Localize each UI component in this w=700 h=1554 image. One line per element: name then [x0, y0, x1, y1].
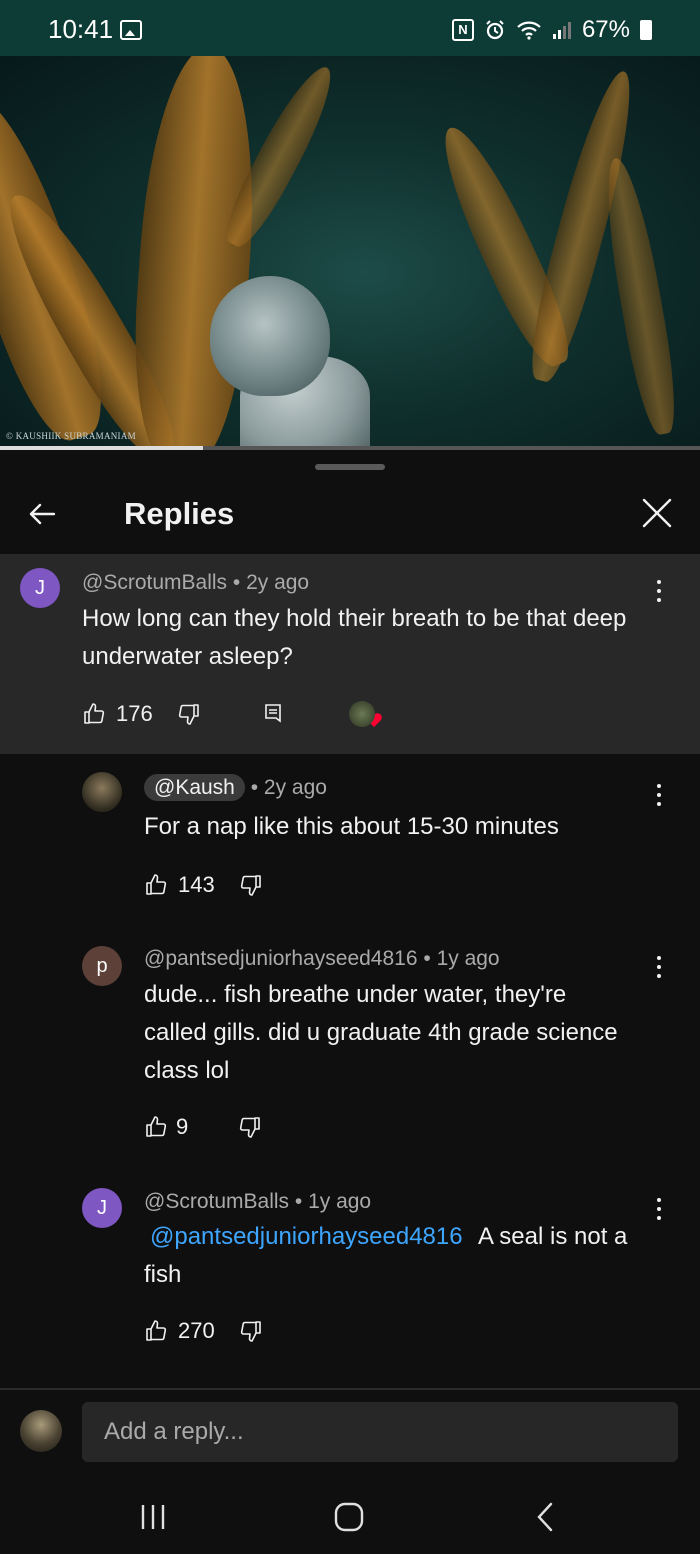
dislike-icon[interactable]	[177, 702, 201, 726]
comment-meta: @pantsedjuniorhayseed4816 • 1y ago	[144, 947, 500, 970]
comment-meta: @ScrotumBalls • 2y ago	[82, 571, 310, 594]
replies-header: Replies	[0, 480, 700, 550]
like-icon[interactable]	[82, 702, 106, 726]
replies-title: Replies	[124, 496, 235, 531]
drag-handle[interactable]	[315, 464, 385, 470]
gallery-notification-icon	[120, 20, 142, 40]
reply-composer	[0, 1390, 700, 1480]
user-avatar[interactable]	[20, 1410, 62, 1452]
comment-age: 2y ago	[246, 571, 310, 594]
comment-text: dude... fish breathe under water, they'r…	[144, 981, 618, 1084]
dislike-icon[interactable]	[239, 873, 263, 897]
status-time: 10:41	[48, 14, 114, 44]
like-count: 143	[178, 872, 215, 897]
like-icon[interactable]	[144, 1115, 168, 1139]
battery-icon	[640, 20, 652, 40]
creator-author-chip[interactable]: @Kaush	[144, 774, 245, 801]
like-count: 176	[116, 701, 153, 726]
like-icon[interactable]	[144, 873, 168, 897]
replies-panel: Replies J @ScrotumBalls • 2y ago How lon…	[0, 450, 700, 1554]
avatar[interactable]: J	[82, 1188, 122, 1228]
comment-text: @pantsedjuniorhayseed4816 A seal is not …	[144, 1218, 654, 1294]
creator-heart-avatar	[348, 701, 375, 727]
comment-author[interactable]: @pantsedjuniorhayseed4816	[144, 947, 418, 970]
recent-apps-icon[interactable]	[138, 1502, 168, 1532]
back-nav-icon[interactable]	[534, 1502, 556, 1532]
signal-icon	[552, 22, 571, 39]
seal-head	[210, 276, 330, 396]
status-bar: 10:41 N 67%	[0, 0, 700, 56]
comment-age: 1y ago	[308, 1190, 372, 1213]
parent-comment: J @ScrotumBalls • 2y ago How long can th…	[0, 554, 700, 754]
reply-input[interactable]	[82, 1402, 678, 1462]
back-arrow-icon[interactable]	[26, 498, 58, 530]
more-options-icon[interactable]	[656, 1198, 662, 1224]
comment-meta: @Kaush • 2y ago	[144, 774, 327, 801]
comment-author[interactable]: @ScrotumBalls	[144, 1190, 289, 1213]
close-icon[interactable]	[640, 496, 674, 530]
avatar[interactable]: J	[20, 568, 60, 608]
comment-actions: 176	[82, 700, 383, 728]
alarm-icon	[486, 20, 504, 40]
avatar[interactable]: p	[82, 946, 122, 986]
avatar[interactable]	[82, 772, 122, 812]
mention-link[interactable]: @pantsedjuniorhayseed4816	[150, 1223, 463, 1250]
battery-percent: 67%	[581, 16, 630, 43]
like-count: 9	[176, 1114, 189, 1139]
comment-age: 2y ago	[263, 776, 327, 799]
video-watermark: © KAUSHIIK SUBRAMANIAM	[6, 431, 136, 441]
comment-meta: @ScrotumBalls • 1y ago	[144, 1190, 372, 1213]
comment-text: For a nap like this about 15-30 minutes	[144, 813, 559, 840]
comment-actions: 9	[144, 1114, 262, 1140]
dislike-icon[interactable]	[239, 1319, 263, 1343]
comment-author[interactable]: @ScrotumBalls	[82, 571, 227, 594]
system-nav-bar	[0, 1480, 700, 1554]
nfc-icon: N	[451, 19, 474, 41]
more-options-icon[interactable]	[656, 580, 662, 606]
home-icon[interactable]	[333, 1502, 365, 1532]
comment-text: How long can they hold their breath to b…	[82, 605, 627, 670]
reply-icon[interactable]	[261, 702, 285, 726]
comment-actions: 143	[144, 872, 263, 898]
kelp-frond	[595, 154, 685, 438]
more-options-icon[interactable]	[656, 784, 662, 810]
video-player[interactable]: © KAUSHIIK SUBRAMANIAM	[0, 56, 700, 450]
reply-input-box[interactable]	[82, 1402, 678, 1462]
status-icons: N 67%	[451, 16, 652, 44]
dislike-icon[interactable]	[238, 1115, 262, 1139]
more-options-icon[interactable]	[656, 956, 662, 982]
like-count: 270	[178, 1318, 215, 1343]
wifi-icon	[517, 21, 541, 40]
like-icon[interactable]	[144, 1319, 168, 1343]
comment-age: 1y ago	[436, 947, 500, 970]
comment-actions: 270	[144, 1318, 263, 1344]
